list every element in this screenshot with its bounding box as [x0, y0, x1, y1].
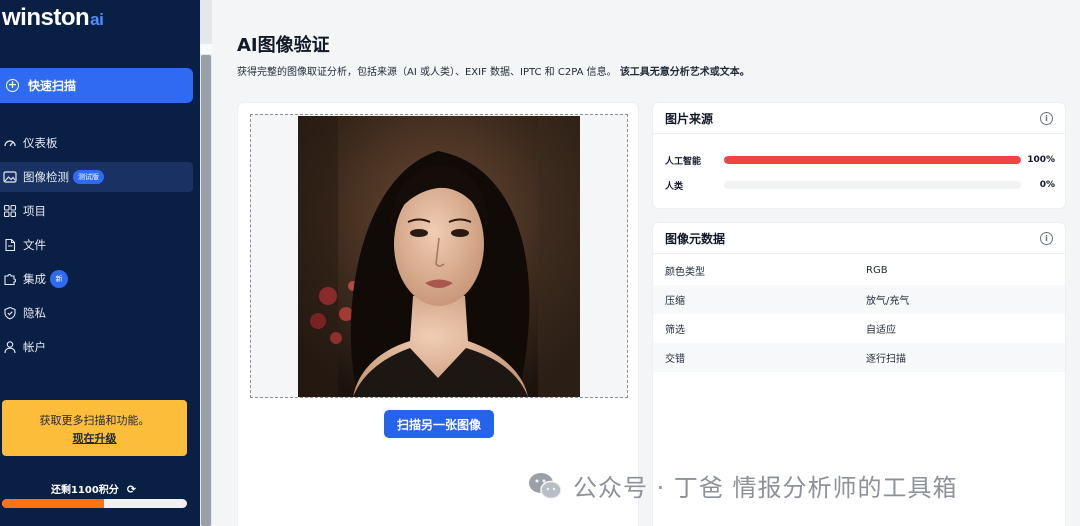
- refresh-icon[interactable]: ⟳: [127, 483, 136, 496]
- sidebar-item-label: 隐私: [23, 306, 46, 320]
- source-bar: [724, 156, 1021, 164]
- scan-another-image-button[interactable]: 扫描另一张图像: [384, 410, 494, 438]
- metadata-row: 颜色类型 RGB: [653, 256, 1065, 285]
- metadata-row: 压缩 放气/充气: [653, 285, 1065, 314]
- source-label: 人工智能: [665, 156, 702, 167]
- metadata-key: 筛选: [665, 325, 685, 336]
- plus-circle-icon: +: [6, 78, 19, 92]
- quick-scan-button[interactable]: + 快速扫描: [0, 68, 193, 103]
- beta-badge: 测试版: [73, 170, 104, 184]
- uploaded-image: [298, 116, 580, 397]
- metadata-value: 自适应: [866, 325, 896, 336]
- file-icon: [3, 238, 17, 252]
- description-text: 获得完整的图像取证分析，包括来源（AI 或人类）、EXIF 数据、IPTC 和 …: [237, 67, 617, 78]
- metadata-row: 交错 逐行扫描: [653, 343, 1065, 372]
- sidebar: winstonai + 快速扫描 仪表板 图像检测 测试版 项目 文件 集成 新…: [0, 0, 200, 526]
- image-dropzone[interactable]: [250, 114, 628, 398]
- image-card: 扫描另一张图像: [237, 102, 639, 526]
- sidebar-item-integrations[interactable]: 集成 新: [0, 264, 193, 294]
- credits-label: 还剩1100积分: [50, 485, 119, 496]
- grid-icon: [3, 204, 17, 218]
- watermark-text: 公众号 · 丁爸 情报分析师的工具箱: [573, 474, 958, 502]
- metadata-value: 逐行扫描: [866, 354, 906, 365]
- image-source-title: 图片来源: [665, 111, 714, 126]
- portrait-image: [298, 116, 580, 397]
- metadata-row: 筛选 自适应: [653, 314, 1065, 343]
- sidebar-item-label: 图像检测: [23, 170, 69, 184]
- source-bar-fill: [724, 156, 1021, 164]
- source-row-ai: 人工智能 100%: [665, 153, 1055, 167]
- source-bar: [724, 181, 1021, 189]
- sidebar-item-dashboard[interactable]: 仪表板: [0, 129, 193, 157]
- source-row-human: 人类 0%: [665, 178, 1055, 192]
- upgrade-text: 获取更多扫描和功能。: [39, 414, 150, 427]
- image-source-header: 图片来源 i: [653, 103, 1065, 134]
- scrollbar-thumb[interactable]: [201, 55, 211, 526]
- metadata-value: RGB: [866, 265, 888, 276]
- sidebar-item-image-detection[interactable]: 图像检测 测试版: [0, 162, 193, 192]
- sidebar-item-label: 仪表板: [23, 136, 58, 150]
- image-icon: [3, 170, 17, 184]
- quick-scan-label: 快速扫描: [28, 79, 77, 93]
- source-percent: 100%: [1027, 155, 1055, 165]
- upgrade-now-link[interactable]: 现在升级: [2, 430, 187, 446]
- upgrade-panel: 获取更多扫描和功能。 现在升级: [2, 400, 187, 456]
- sidebar-item-privacy[interactable]: 隐私: [0, 299, 193, 327]
- scrollbar-track-top: [200, 44, 212, 54]
- sidebar-item-label: 集成: [23, 272, 46, 286]
- image-source-card: 图片来源 i 人工智能 100% 人类 0%: [652, 102, 1066, 209]
- image-metadata-title: 图像元数据: [665, 231, 726, 246]
- new-badge: 新: [50, 270, 68, 288]
- info-icon[interactable]: i: [1040, 232, 1053, 245]
- metadata-key: 颜色类型: [665, 267, 705, 278]
- credits-remaining: 还剩1100积分 ⟳: [0, 481, 187, 496]
- metadata-key: 压缩: [665, 296, 685, 307]
- source-label: 人类: [665, 181, 684, 192]
- sidebar-item-label: 文件: [23, 238, 46, 252]
- metadata-value: 放气/充气: [866, 296, 910, 307]
- credits-progress-bar: [2, 499, 187, 508]
- page-description: 获得完整的图像取证分析，包括来源（AI 或人类）、EXIF 数据、IPTC 和 …: [237, 63, 750, 78]
- dashboard-icon: [3, 136, 17, 150]
- info-icon[interactable]: i: [1040, 112, 1053, 125]
- page-title: AI图像验证: [237, 35, 330, 56]
- image-metadata-header: 图像元数据 i: [653, 223, 1065, 254]
- user-icon: [3, 340, 17, 354]
- winston-logo[interactable]: winstonai: [2, 4, 104, 32]
- description-bold-text: 该工具无意分析艺术或文本。: [619, 67, 750, 78]
- wechat-watermark: 公众号 · 丁爸 情报分析师的工具箱: [527, 468, 958, 503]
- metadata-key: 交错: [665, 354, 685, 365]
- puzzle-icon: [3, 272, 17, 286]
- shield-icon: [3, 306, 17, 320]
- sidebar-item-label: 项目: [23, 204, 46, 218]
- sidebar-item-files[interactable]: 文件: [0, 231, 193, 259]
- source-percent: 0%: [1039, 180, 1055, 190]
- wechat-icon: [529, 472, 562, 499]
- credits-progress-fill: [2, 499, 104, 508]
- sidebar-item-label: 帐户: [23, 340, 46, 354]
- sidebar-item-projects[interactable]: 项目: [0, 197, 193, 225]
- sidebar-item-account[interactable]: 帐户: [0, 333, 193, 361]
- sidebar-scrollbar[interactable]: [200, 0, 212, 526]
